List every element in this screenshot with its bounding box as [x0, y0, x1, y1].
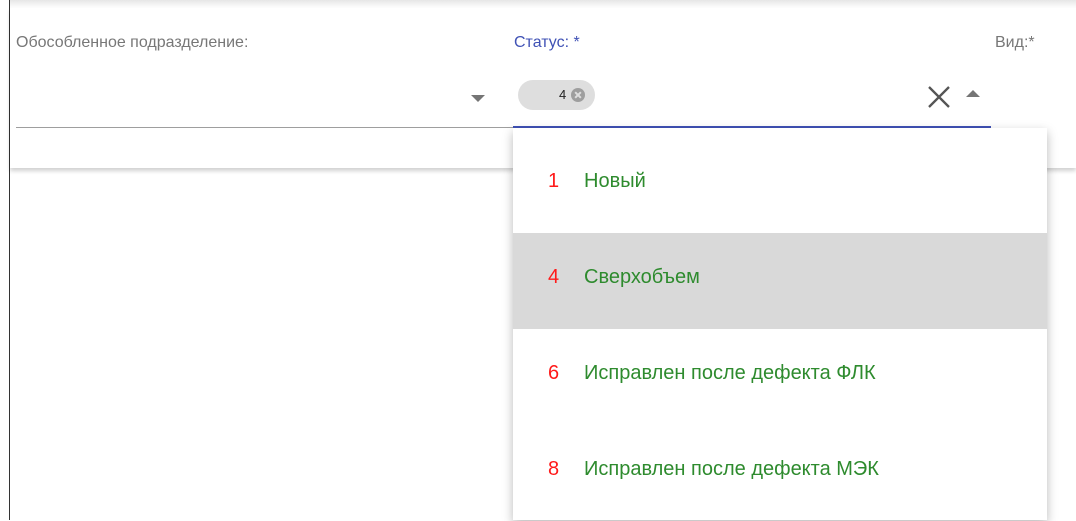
- status-chip[interactable]: 4: [518, 80, 595, 110]
- division-select[interactable]: [16, 127, 513, 128]
- status-option[interactable]: 8 Исправлен после дефекта МЭК: [513, 425, 1047, 521]
- status-dropdown-menu: 1 Новый 4 Сверхобъем 6 Исправлен после д…: [513, 128, 1047, 520]
- option-code: 4: [548, 266, 560, 288]
- division-label: Обособленное подразделение:: [16, 34, 249, 51]
- option-name: Исправлен после дефекта ФЛК: [584, 362, 876, 384]
- status-chip-label: 4: [559, 87, 567, 102]
- cancel-circle-icon[interactable]: [571, 88, 585, 102]
- status-label: Статус: *: [514, 34, 580, 51]
- vid-label: Вид:*: [995, 34, 1035, 51]
- status-option-selected[interactable]: 4 Сверхобъем: [513, 233, 1047, 329]
- status-option[interactable]: 1 Новый: [513, 137, 1047, 233]
- option-code: 6: [548, 362, 560, 384]
- option-code: 1: [548, 170, 560, 192]
- chevron-down-icon[interactable]: [471, 95, 485, 102]
- option-code: 8: [548, 458, 560, 480]
- option-name: Исправлен после дефекта МЭК: [584, 458, 879, 480]
- status-option[interactable]: 6 Исправлен после дефекта ФЛК: [513, 329, 1047, 425]
- chevron-up-icon[interactable]: [966, 90, 980, 97]
- option-name: Новый: [584, 170, 646, 192]
- top-shadow: [10, 0, 1076, 8]
- close-icon[interactable]: [924, 82, 954, 112]
- option-name: Сверхобъем: [584, 266, 700, 288]
